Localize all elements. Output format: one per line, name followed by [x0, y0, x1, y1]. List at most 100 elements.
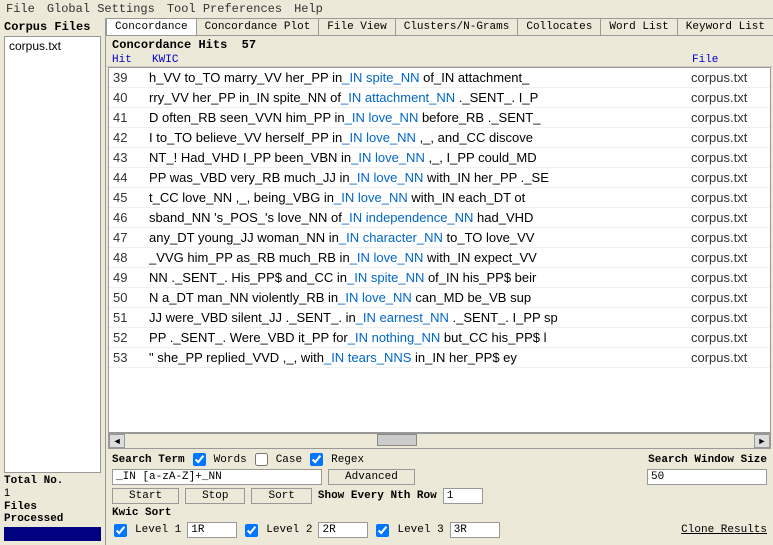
- level1-checkbox[interactable]: [114, 524, 127, 537]
- nth-row-input[interactable]: [443, 488, 483, 504]
- hit-number: 48: [113, 250, 149, 265]
- menubar: File Global Settings Tool Preferences He…: [0, 0, 773, 18]
- table-row[interactable]: 51JJ were_VBD silent_JJ ._SENT_. in_IN e…: [109, 308, 770, 328]
- table-row[interactable]: 52PP ._SENT_. Were_VBD it_PP for_IN noth…: [109, 328, 770, 348]
- tab-collocates[interactable]: Collocates: [517, 18, 601, 35]
- words-label: Words: [214, 454, 247, 466]
- results-list[interactable]: 39h_VV to_TO marry_VV her_PP in_IN spite…: [108, 67, 771, 433]
- start-button[interactable]: Start: [112, 488, 179, 504]
- file-name: corpus.txt: [691, 250, 766, 265]
- scroll-thumb[interactable]: [377, 434, 417, 446]
- hit-number: 49: [113, 270, 149, 285]
- list-item[interactable]: corpus.txt: [9, 39, 96, 53]
- right-panel: Concordance Concordance Plot File View C…: [106, 18, 773, 545]
- table-row[interactable]: 42I to_TO believe_VV herself_PP in_IN lo…: [109, 128, 770, 148]
- table-row[interactable]: 53" she_PP replied_VVD ,_, with_IN tears…: [109, 348, 770, 368]
- kwic-text: N a_DT man_NN violently_RB in_IN love_NN…: [149, 290, 691, 305]
- kwic-text: rry_VV her_PP in_IN spite_NN of_IN attac…: [149, 90, 691, 105]
- header-hit[interactable]: Hit: [112, 54, 152, 66]
- hit-number: 53: [113, 350, 149, 365]
- sws-input[interactable]: [647, 469, 767, 485]
- tab-bar: Concordance Concordance Plot File View C…: [106, 18, 773, 36]
- file-name: corpus.txt: [691, 270, 766, 285]
- case-checkbox[interactable]: [255, 453, 268, 466]
- header-kwic[interactable]: KWIC: [152, 54, 692, 66]
- scroll-right-icon[interactable]: ►: [754, 434, 770, 448]
- file-name: corpus.txt: [691, 330, 766, 345]
- tab-word-list[interactable]: Word List: [600, 18, 677, 35]
- header-file[interactable]: File: [692, 54, 767, 66]
- table-row[interactable]: 40rry_VV her_PP in_IN spite_NN of_IN att…: [109, 88, 770, 108]
- level1-input[interactable]: [187, 522, 237, 538]
- hit-number: 39: [113, 70, 149, 85]
- regex-checkbox[interactable]: [310, 453, 323, 466]
- level2-label: Level 2: [266, 524, 312, 536]
- tab-concordance[interactable]: Concordance: [106, 18, 197, 35]
- corpus-file-list[interactable]: corpus.txt: [4, 36, 101, 473]
- table-row[interactable]: 49NN ._SENT_. His_PP$ and_CC in_IN spite…: [109, 268, 770, 288]
- kwic-text: D often_RB seen_VVN him_PP in_IN love_NN…: [149, 110, 691, 125]
- concordance-hits-label: Concordance Hits 57: [106, 36, 773, 54]
- sort-button[interactable]: Sort: [251, 488, 311, 504]
- level3-label: Level 3: [397, 524, 443, 536]
- kwic-text: t_CC love_NN ,_, being_VBG in_IN love_NN…: [149, 190, 691, 205]
- corpus-files-label: Corpus Files: [0, 18, 105, 36]
- table-row[interactable]: 50N a_DT man_NN violently_RB in_IN love_…: [109, 288, 770, 308]
- kwic-text: sband_NN 's_POS_'s love_NN of_IN indepen…: [149, 210, 691, 225]
- files-processed-label: Files Processed: [4, 501, 101, 525]
- tab-concordance-plot[interactable]: Concordance Plot: [196, 18, 320, 35]
- table-row[interactable]: 43NT_! Had_VHD I_PP been_VBN in_IN love_…: [109, 148, 770, 168]
- table-row[interactable]: 39h_VV to_TO marry_VV her_PP in_IN spite…: [109, 68, 770, 88]
- menu-tool-preferences[interactable]: Tool Preferences: [167, 2, 282, 16]
- hit-number: 41: [113, 110, 149, 125]
- advanced-button[interactable]: Advanced: [328, 469, 415, 485]
- table-row[interactable]: 44PP was_VBD very_RB much_JJ in_IN love_…: [109, 168, 770, 188]
- regex-label: Regex: [331, 454, 364, 466]
- h-scrollbar[interactable]: ◄ ►: [108, 433, 771, 449]
- hit-number: 52: [113, 330, 149, 345]
- total-no-label: Total No.: [4, 475, 101, 487]
- hit-number: 46: [113, 210, 149, 225]
- level3-checkbox[interactable]: [376, 524, 389, 537]
- progress-bar: [4, 527, 101, 541]
- level3-input[interactable]: [450, 522, 500, 538]
- tab-clusters[interactable]: Clusters/N-Grams: [395, 18, 519, 35]
- file-name: corpus.txt: [691, 170, 766, 185]
- file-name: corpus.txt: [691, 90, 766, 105]
- kwic-text: NN ._SENT_. His_PP$ and_CC in_IN spite_N…: [149, 270, 691, 285]
- hit-number: 47: [113, 230, 149, 245]
- table-row[interactable]: 46sband_NN 's_POS_'s love_NN of_IN indep…: [109, 208, 770, 228]
- result-headers: Hit KWIC File: [106, 54, 773, 67]
- tab-keyword-list[interactable]: Keyword List: [677, 18, 773, 35]
- level2-input[interactable]: [318, 522, 368, 538]
- search-term-label: Search Term: [112, 454, 185, 466]
- tab-file-view[interactable]: File View: [318, 18, 395, 35]
- menu-global-settings[interactable]: Global Settings: [47, 2, 155, 16]
- file-name: corpus.txt: [691, 110, 766, 125]
- table-row[interactable]: 41D often_RB seen_VVN him_PP in_IN love_…: [109, 108, 770, 128]
- table-row[interactable]: 47any_DT young_JJ woman_NN in_IN charact…: [109, 228, 770, 248]
- stop-button[interactable]: Stop: [185, 488, 245, 504]
- hit-number: 42: [113, 130, 149, 145]
- level2-checkbox[interactable]: [245, 524, 258, 537]
- menu-help[interactable]: Help: [294, 2, 323, 16]
- clone-results-link[interactable]: Clone Results: [681, 524, 767, 536]
- hit-number: 40: [113, 90, 149, 105]
- file-name: corpus.txt: [691, 350, 766, 365]
- menu-file[interactable]: File: [6, 2, 35, 16]
- kwic-text: " she_PP replied_VVD ,_, with_IN tears_N…: [149, 350, 691, 365]
- words-checkbox[interactable]: [193, 453, 206, 466]
- controls-panel: Search Term Words Case Regex Search Wind…: [106, 449, 773, 545]
- scroll-left-icon[interactable]: ◄: [109, 434, 125, 448]
- kwic-text: I to_TO believe_VV herself_PP in_IN love…: [149, 130, 691, 145]
- sws-label: Search Window Size: [648, 454, 767, 466]
- left-panel: Corpus Files corpus.txt Total No. 1 File…: [0, 18, 106, 545]
- scroll-track[interactable]: [125, 434, 754, 448]
- table-row[interactable]: 48_VVG him_PP as_RB much_RB in_IN love_N…: [109, 248, 770, 268]
- table-row[interactable]: 45t_CC love_NN ,_, being_VBG in_IN love_…: [109, 188, 770, 208]
- file-name: corpus.txt: [691, 290, 766, 305]
- kwic-text: JJ were_VBD silent_JJ ._SENT_. in_IN ear…: [149, 310, 691, 325]
- search-input[interactable]: [112, 469, 322, 485]
- kwic-text: PP was_VBD very_RB much_JJ in_IN love_NN…: [149, 170, 691, 185]
- hit-number: 45: [113, 190, 149, 205]
